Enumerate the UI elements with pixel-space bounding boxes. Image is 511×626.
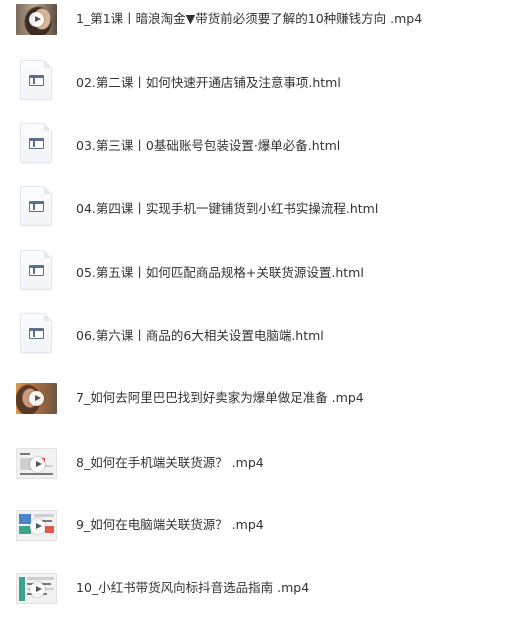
play-icon — [30, 582, 45, 597]
play-icon — [30, 519, 45, 534]
video-thumbnail-icon — [16, 510, 57, 541]
html-file-icon — [20, 313, 52, 353]
html-file-icon — [20, 250, 52, 290]
file-row-3[interactable]: 03.第三课丨0基础账号包装设置·爆单必备.html — [0, 121, 511, 171]
video-thumbnail-icon — [16, 383, 57, 414]
file-name: 9_如何在电脑端关联货源？ .mp4 — [76, 517, 264, 532]
file-row-2[interactable]: 02.第二课丨如何快速开通店铺及注意事项.html — [0, 58, 511, 108]
file-row-1[interactable]: 1_第1课丨暗浪淘金▼带货前必须要了解的10种赚钱方向 .mp4 — [0, 0, 511, 44]
file-name: 8_如何在手机端关联货源？ .mp4 — [76, 455, 264, 470]
play-icon — [29, 391, 44, 406]
file-row-9[interactable]: 9_如何在电脑端关联货源？ .mp4 — [0, 500, 511, 550]
file-row-10[interactable]: 10_小红书带货风向标抖音选品指南 .mp4 — [0, 563, 511, 613]
file-name: 10_小红书带货风向标抖音选品指南 .mp4 — [76, 580, 310, 595]
video-thumbnail-icon — [16, 448, 57, 479]
file-name: 1_第1课丨暗浪淘金▼带货前必须要了解的10种赚钱方向 .mp4 — [76, 11, 423, 26]
play-icon — [29, 12, 44, 27]
file-name: 02.第二课丨如何快速开通店铺及注意事项.html — [76, 75, 341, 90]
file-name: 04.第四课丨实现手机一键铺货到小红书实操流程.html — [76, 201, 379, 216]
file-row-6[interactable]: 06.第六课丨商品的6大相关设置电脑端.html — [0, 311, 511, 361]
file-name: 06.第六课丨商品的6大相关设置电脑端.html — [76, 328, 324, 343]
play-icon — [30, 457, 45, 472]
file-list: 1_第1课丨暗浪淘金▼带货前必须要了解的10种赚钱方向 .mp4 02.第二课丨… — [0, 0, 511, 626]
html-file-icon — [20, 186, 52, 226]
file-row-5[interactable]: 05.第五课丨如何匹配商品规格+关联货源设置.html — [0, 248, 511, 298]
file-row-4[interactable]: 04.第四课丨实现手机一键铺货到小红书实操流程.html — [0, 184, 511, 234]
video-thumbnail-icon — [16, 4, 57, 35]
file-name: 05.第五课丨如何匹配商品规格+关联货源设置.html — [76, 265, 364, 280]
file-row-7[interactable]: 7_如何去阿里巴巴找到好卖家为爆单做足准备 .mp4 — [0, 373, 511, 423]
file-name: 03.第三课丨0基础账号包装设置·爆单必备.html — [76, 138, 341, 153]
file-row-8[interactable]: 8_如何在手机端关联货源？ .mp4 — [0, 438, 511, 488]
video-thumbnail-icon — [16, 573, 57, 604]
file-name: 7_如何去阿里巴巴找到好卖家为爆单做足准备 .mp4 — [76, 390, 364, 405]
html-file-icon — [20, 123, 52, 163]
html-file-icon — [20, 60, 52, 100]
